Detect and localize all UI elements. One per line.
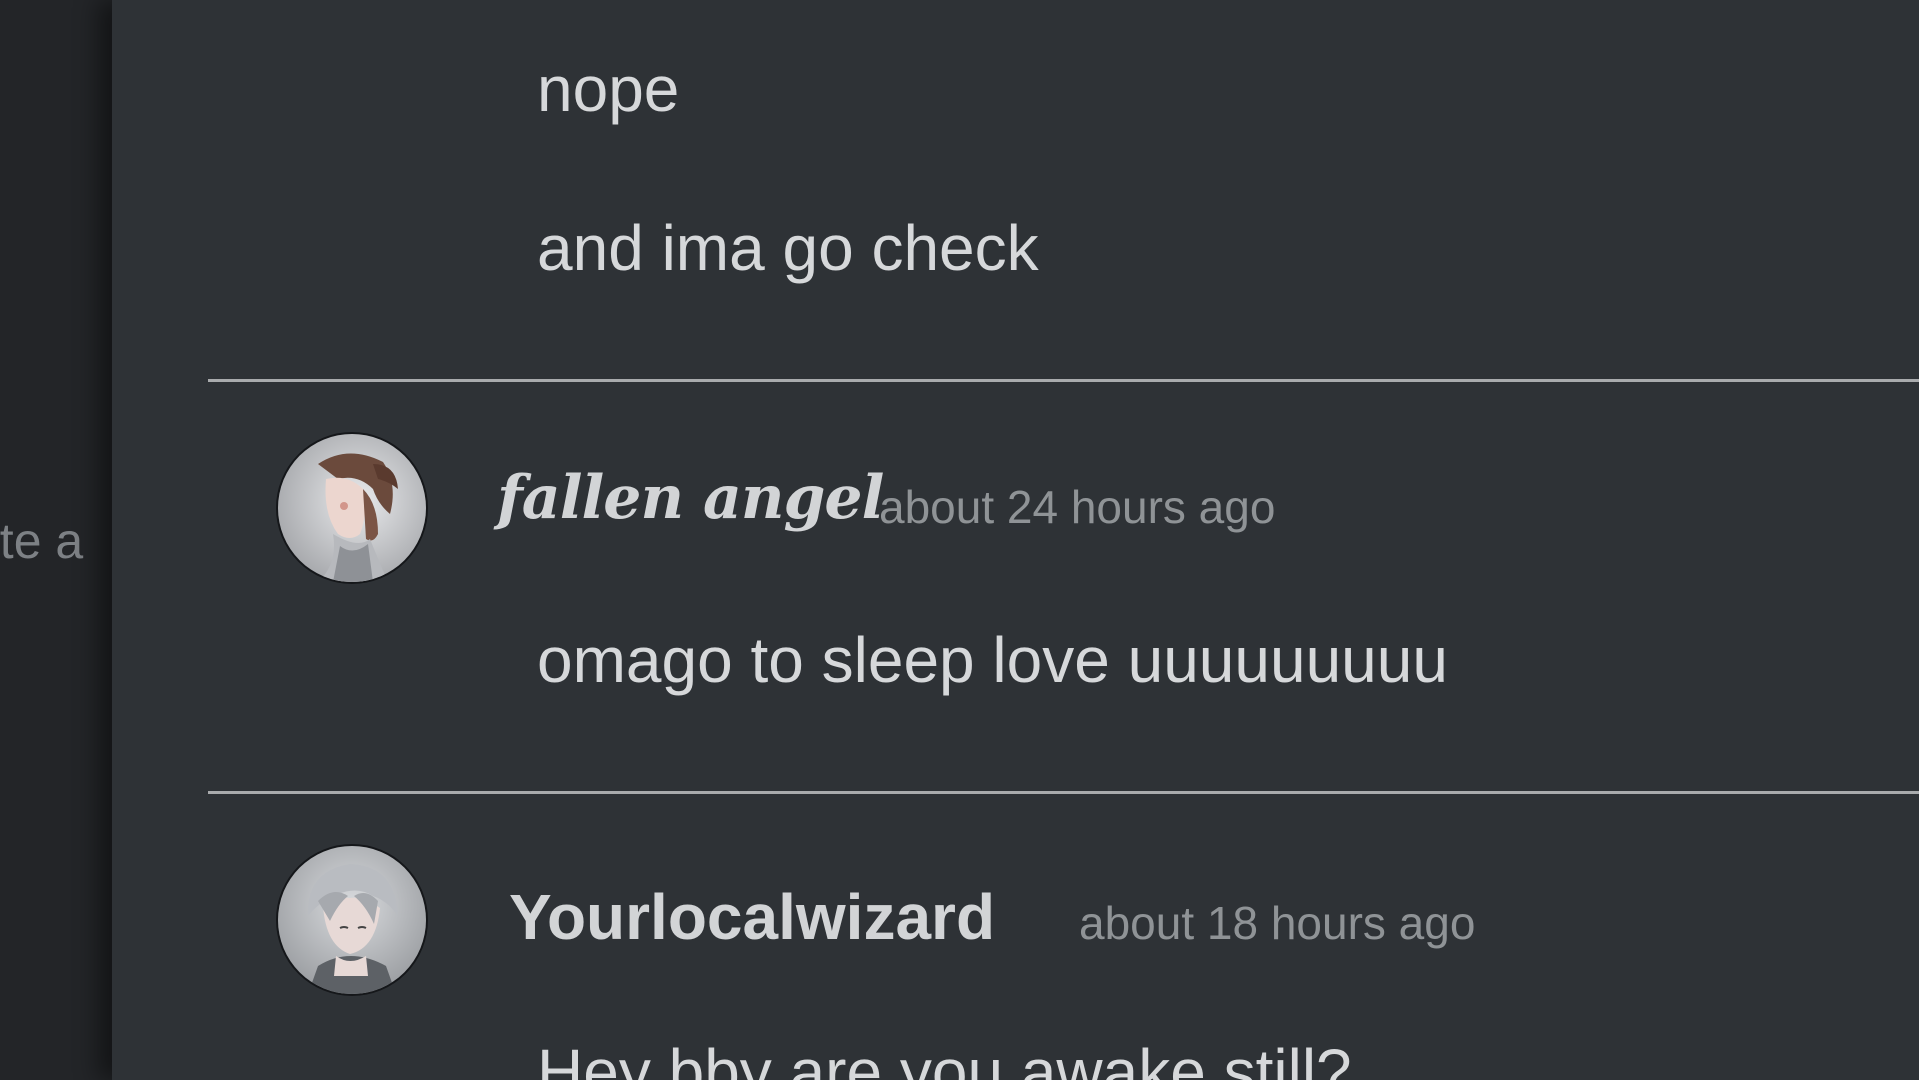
background-panel-text: ute a	[0, 513, 84, 569]
anime-boy-avatar-icon	[278, 846, 426, 994]
comment-thread[interactable]: nope and ima go check fallen angel about…	[112, 0, 1919, 1080]
message-divider	[208, 379, 1919, 382]
timestamp: about 18 hours ago	[1079, 897, 1476, 949]
user-avatar[interactable]	[276, 432, 428, 584]
message-divider	[208, 791, 1919, 794]
message-text: omago to sleep love uuuuuuuuu	[537, 624, 1448, 696]
message-text: Hey bby are you awake still?	[537, 1036, 1352, 1080]
message-text: nope	[537, 53, 680, 125]
username[interactable]: fallen angel	[497, 463, 884, 533]
timestamp: about 24 hours ago	[879, 481, 1276, 533]
message-text: and ima go check	[537, 212, 1039, 284]
anime-girl-avatar-icon	[278, 434, 426, 582]
background-panel: ute a	[0, 0, 112, 1080]
user-avatar[interactable]	[276, 844, 428, 996]
username[interactable]: Yourlocalwizard	[509, 880, 995, 954]
